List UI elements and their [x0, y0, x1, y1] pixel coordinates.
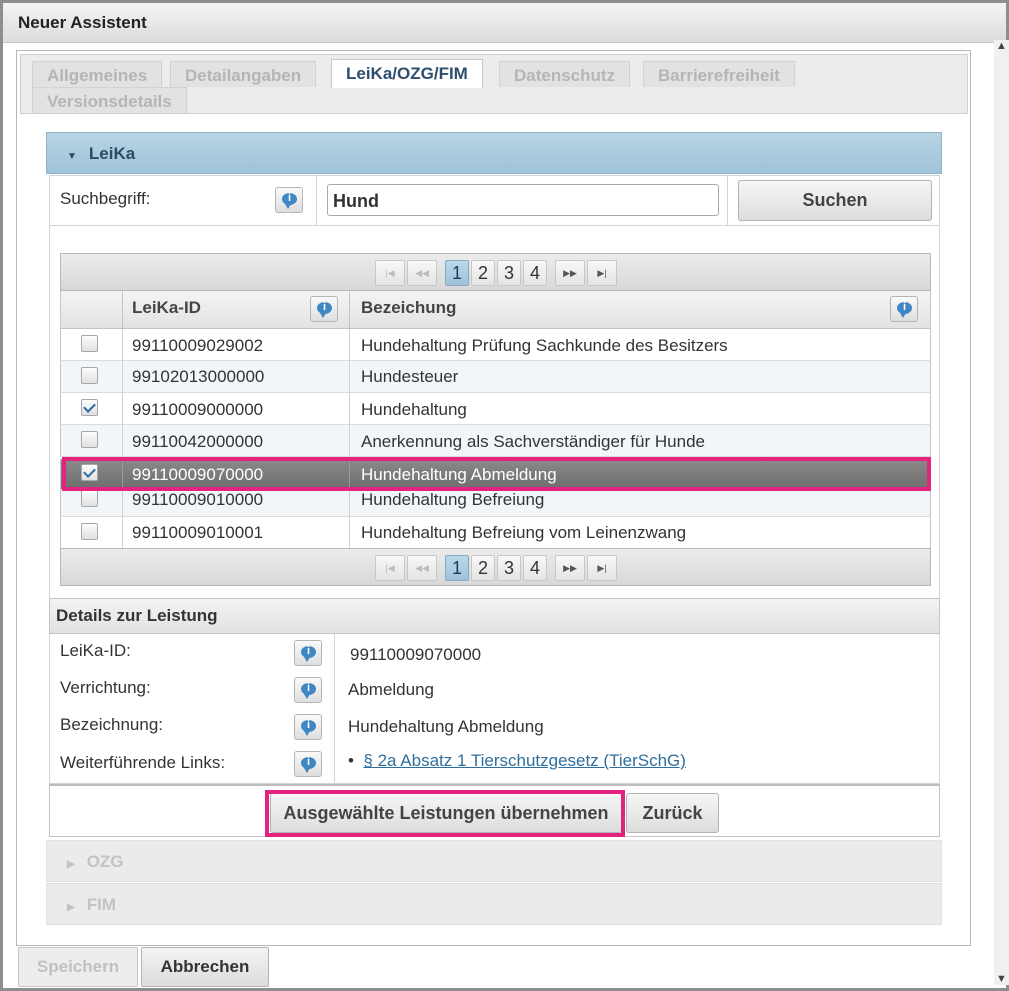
info-bubble-icon[interactable]: i: [275, 187, 303, 213]
row-leika-id: 99110009010001: [132, 523, 264, 542]
page-3-button[interactable]: 3: [497, 260, 521, 286]
first-page-icon[interactable]: |◀: [375, 260, 405, 286]
detail-label: Bezeichnung:: [60, 715, 164, 734]
accordion-fim[interactable]: ▶ FIM: [46, 883, 942, 925]
detail-value: 99110009070000: [350, 645, 482, 664]
search-button[interactable]: Suchen: [738, 180, 932, 221]
table-row[interactable]: 99102013000000 Hundesteuer: [60, 361, 931, 393]
page-1-button[interactable]: 1: [445, 555, 469, 581]
prev-page-icon[interactable]: ◀◀: [407, 260, 437, 286]
accordion-fim-label: FIM: [86, 895, 116, 914]
checkbox-icon[interactable]: [81, 523, 98, 540]
search-label: Suchbegriff:: [60, 189, 151, 208]
scrollbar[interactable]: ▲ ▼: [994, 40, 1009, 985]
details-header: Details zur Leistung: [49, 598, 940, 634]
next-page-icon[interactable]: ▶▶: [555, 260, 585, 286]
table-row[interactable]: 99110009000000 Hundehaltung: [60, 393, 931, 425]
highlight-apply-button: [265, 790, 625, 837]
row-bezeichung: Hundesteuer: [361, 367, 459, 386]
page-3-button[interactable]: 3: [497, 555, 521, 581]
detail-value: Abmeldung: [348, 680, 435, 699]
search-input[interactable]: Hund: [327, 184, 719, 216]
page-1-button[interactable]: 1: [445, 260, 469, 286]
row-bezeichung: Hundehaltung Befreiung: [361, 490, 545, 509]
triangle-right-icon: ▶: [67, 902, 75, 913]
page-4-button[interactable]: 4: [523, 555, 547, 581]
detail-label: Weiterführende Links:: [60, 753, 226, 772]
page-2-button[interactable]: 2: [471, 555, 495, 581]
row-bezeichung: Anerkennung als Sachverständiger für Hun…: [361, 432, 705, 451]
checkbox-icon[interactable]: [81, 335, 98, 352]
accordion-leika[interactable]: ▼ LeiKa: [46, 132, 942, 174]
info-bubble-icon[interactable]: i: [890, 296, 918, 322]
column-bezeichung[interactable]: Bezeichung: [361, 298, 456, 318]
tab-detailangaben[interactable]: Detailangaben: [170, 61, 317, 87]
detail-row-verrichtung: Verrichtung: i Abmeldung: [49, 671, 940, 709]
checkbox-icon[interactable]: [81, 431, 98, 448]
row-leika-id: 99110009029002: [132, 336, 264, 355]
detail-label: Verrichtung:: [60, 678, 151, 697]
checkbox-icon[interactable]: [81, 367, 98, 384]
table-row[interactable]: 99110009029002 Hundehaltung Prüfung Sach…: [60, 329, 931, 361]
triangle-down-icon: ▼: [67, 151, 77, 162]
dialog-title: Neuer Assistent: [3, 3, 1006, 43]
info-bubble-icon[interactable]: i: [294, 751, 322, 777]
tab-versionsdetails[interactable]: Versionsdetails: [32, 87, 187, 113]
table-row[interactable]: 99110009010001 Hundehaltung Befreiung vo…: [60, 517, 931, 549]
last-page-icon[interactable]: ▶|: [587, 260, 617, 286]
info-bubble-icon[interactable]: i: [294, 640, 322, 666]
page-4-button[interactable]: 4: [523, 260, 547, 286]
accordion-ozg[interactable]: ▶ OZG: [46, 840, 942, 882]
accordion-leika-label: LeiKa: [88, 144, 136, 163]
first-page-icon[interactable]: |◀: [375, 555, 405, 581]
tab-datenschutz[interactable]: Datenschutz: [499, 61, 631, 87]
table-header: LeiKa-ID i Bezeichung i: [60, 291, 931, 329]
back-button[interactable]: Zurück: [626, 793, 719, 833]
triangle-right-icon: ▶: [67, 859, 75, 870]
tierschg-link[interactable]: § 2a Absatz 1 Tierschutzgesetz (TierSchG…: [363, 751, 686, 770]
tab-leika-ozg-fim[interactable]: LeiKa/OZG/FIM: [331, 59, 483, 88]
last-page-icon[interactable]: ▶|: [587, 555, 617, 581]
highlight-selected-row: [62, 457, 931, 491]
info-bubble-icon[interactable]: i: [294, 677, 322, 703]
table-row[interactable]: 99110042000000 Anerkennung als Sachverst…: [60, 425, 931, 457]
accordion-ozg-label: OZG: [86, 852, 124, 871]
detail-row-links: Weiterführende Links: i • § 2a Absatz 1 …: [49, 745, 940, 784]
tab-allgemeines[interactable]: Allgemeines: [32, 61, 163, 87]
save-button[interactable]: Speichern: [18, 947, 138, 987]
detail-row-leika-id: LeiKa-ID: i 99110009070000: [49, 634, 940, 672]
checkbox-icon[interactable]: [81, 490, 98, 507]
row-leika-id: 99110009010000: [132, 490, 264, 509]
info-bubble-icon[interactable]: i: [310, 296, 338, 322]
checkbox-icon[interactable]: [81, 399, 98, 416]
detail-row-bezeichnung: Bezeichnung: i Hundehaltung Abmeldung: [49, 708, 940, 746]
row-bezeichung: Hundehaltung: [361, 400, 467, 419]
tab-barrierefreiheit[interactable]: Barrierefreiheit: [643, 61, 795, 87]
scroll-down-icon[interactable]: ▼: [996, 973, 1007, 985]
prev-page-icon[interactable]: ◀◀: [407, 555, 437, 581]
scroll-up-icon[interactable]: ▲: [996, 40, 1007, 52]
pager-top: |◀ ◀◀ 1 2 3 4 ▶▶ ▶|: [60, 253, 931, 291]
row-bezeichung: Hundehaltung Befreiung vom Leinenzwang: [361, 523, 687, 542]
pager-bottom: |◀ ◀◀ 1 2 3 4 ▶▶ ▶|: [60, 548, 931, 586]
detail-value: Hundehaltung Abmeldung: [348, 717, 544, 736]
info-bubble-icon[interactable]: i: [294, 714, 322, 740]
column-leika-id[interactable]: LeiKa-ID: [132, 298, 201, 318]
cancel-button[interactable]: Abbrechen: [141, 947, 269, 987]
detail-value: • § 2a Absatz 1 Tierschutzgesetz (TierSc…: [348, 751, 686, 771]
table-row[interactable]: 99110009010000 Hundehaltung Befreiung: [60, 489, 931, 517]
row-leika-id: 99110042000000: [132, 432, 264, 451]
detail-label: LeiKa-ID:: [60, 641, 131, 660]
bullet-icon: •: [348, 751, 354, 770]
row-leika-id: 99110009000000: [132, 400, 264, 419]
page-2-button[interactable]: 2: [471, 260, 495, 286]
next-page-icon[interactable]: ▶▶: [555, 555, 585, 581]
row-leika-id: 99102013000000: [132, 367, 265, 386]
row-bezeichung: Hundehaltung Prüfung Sachkunde des Besit…: [361, 336, 728, 355]
